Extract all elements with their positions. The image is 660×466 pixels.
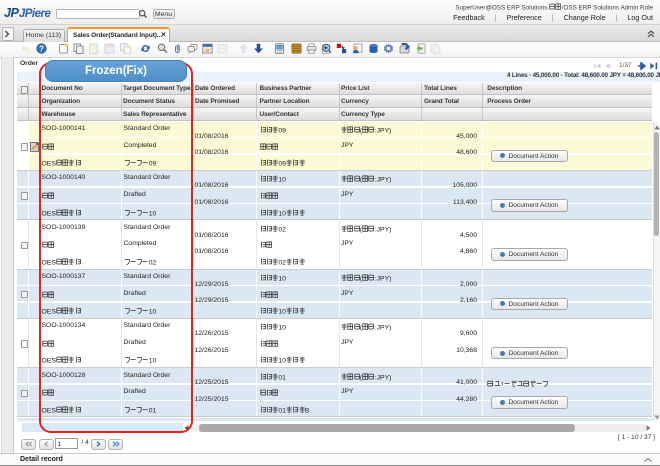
- svg-text:?: ?: [39, 44, 44, 53]
